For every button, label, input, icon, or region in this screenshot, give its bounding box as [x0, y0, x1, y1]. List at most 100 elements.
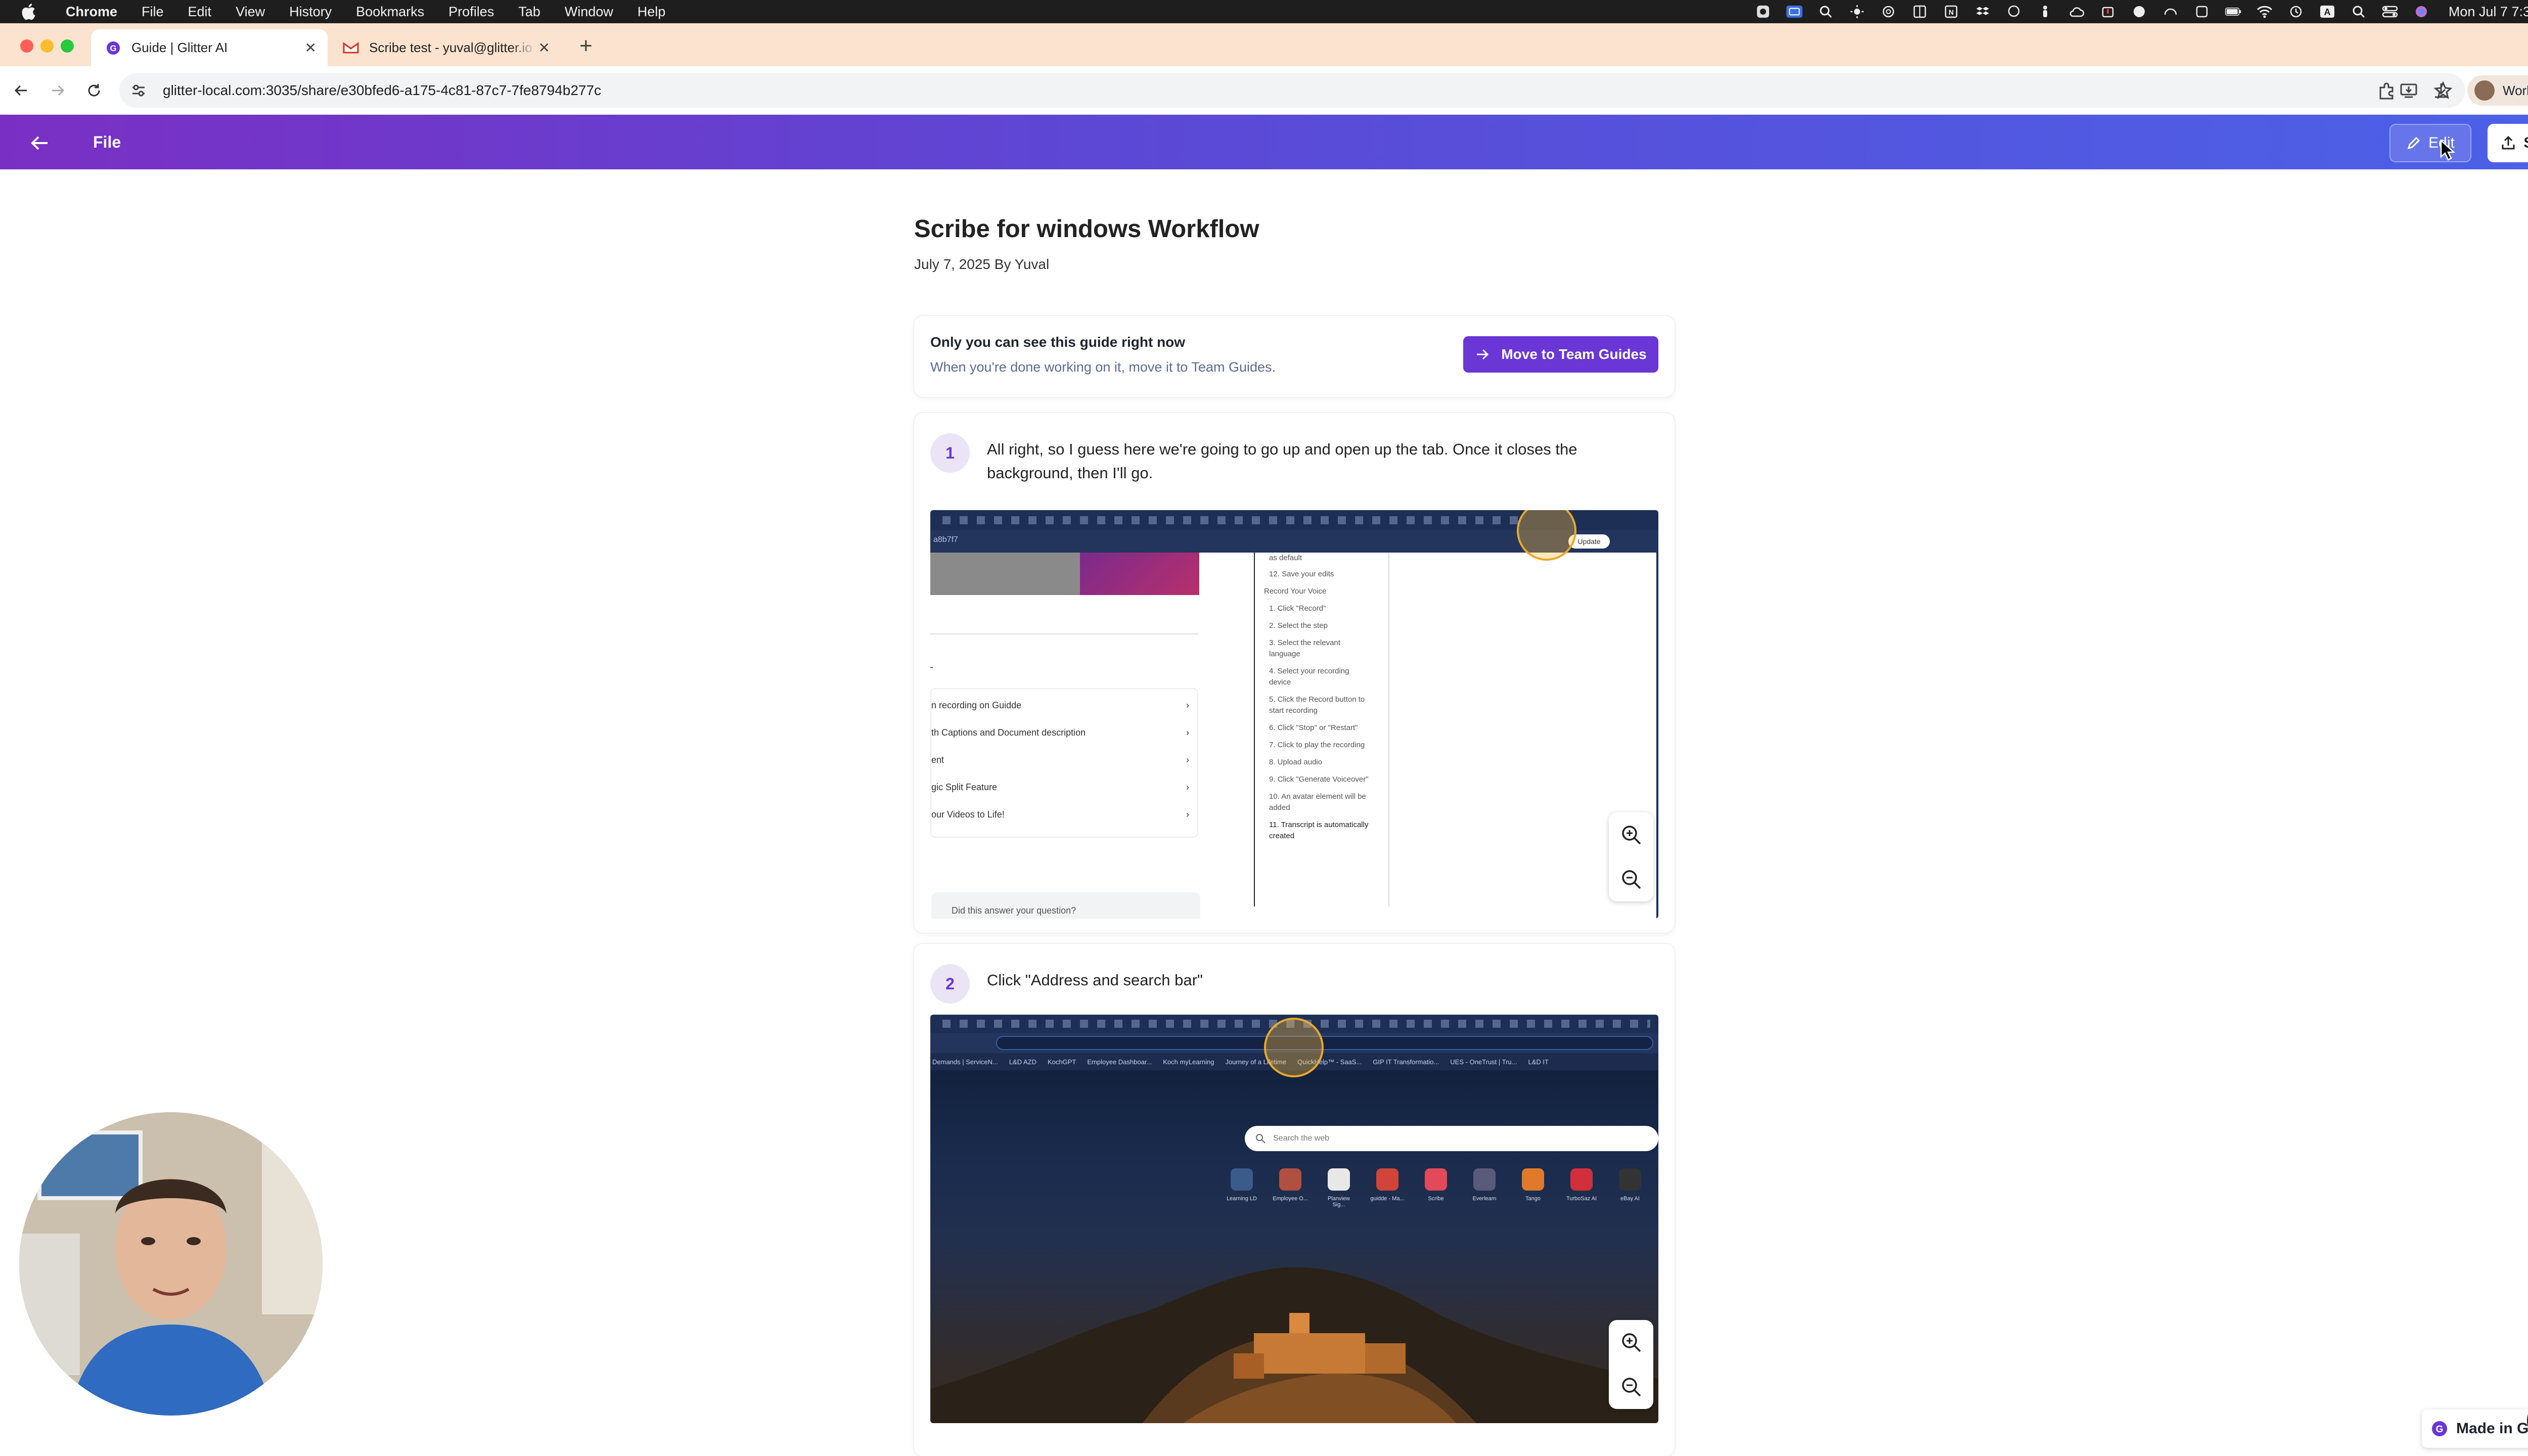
faq-item: n recording on Guidde › — [931, 700, 1189, 710]
move-to-team-guides-button[interactable]: Move to Team Guides — [1463, 336, 1658, 373]
guide-title: Scribe for windows Workflow — [914, 215, 1259, 243]
feedback-question: Did this answer your question? — [952, 905, 1076, 916]
move-button-label: Move to Team Guides — [1501, 346, 1647, 362]
made-in-glitter-badge[interactable]: G Made in Glitter — [2422, 1409, 2528, 1448]
tab-title: Guide | Glitter AI — [131, 40, 228, 55]
close-tab-icon[interactable]: ✕ — [305, 39, 317, 56]
close-window-button[interactable] — [20, 39, 33, 53]
faq-item: ent › — [931, 755, 1189, 765]
menu-history[interactable]: History — [277, 4, 344, 20]
menu-list: Chrome File Edit View History Bookmarks … — [54, 4, 678, 20]
step-text[interactable]: All right, so I guess here we're going t… — [987, 437, 1644, 485]
screenshot-left-letter: ـ — [930, 660, 933, 670]
menu-file[interactable]: File — [129, 4, 176, 20]
site-settings-icon[interactable] — [129, 81, 148, 100]
url-text[interactable]: glitter-local.com:3035/share/e30bfed6-a1… — [163, 82, 601, 99]
time-machine-icon[interactable] — [2288, 4, 2304, 20]
menu-help[interactable]: Help — [625, 4, 678, 20]
speedometer-icon[interactable] — [2162, 4, 2179, 20]
share-label: Share — [2523, 134, 2528, 152]
menu-bookmarks[interactable]: Bookmarks — [344, 4, 436, 20]
step-screenshot[interactable]: Demands | ServiceN... L&D AZD KochGPT Em… — [930, 1015, 1658, 1423]
screenshot-shortcuts: Learning LD Employee O... Planview Sig..… — [1224, 1168, 1658, 1208]
apple-icon[interactable] — [19, 2, 39, 22]
menu-view[interactable]: View — [223, 4, 277, 20]
notice-subtext: When you're done working on it, move it … — [930, 359, 1276, 375]
menubar-clock[interactable]: Mon Jul 7 7:32 PM — [2449, 4, 2528, 20]
avatar — [2474, 80, 2495, 101]
svg-text:N: N — [1949, 8, 1954, 16]
zoom-out-icon[interactable] — [1620, 868, 1642, 890]
zoom-controls — [1609, 1320, 1653, 1409]
status-area: N A Mon Jul 7 7:32 PM — [1755, 0, 2528, 23]
dropbox-icon[interactable] — [1974, 4, 1991, 20]
app-header: File Edit Share — [0, 115, 2528, 169]
guide-meta: July 7, 2025 By Yuval — [914, 256, 1050, 272]
menu-tab[interactable]: Tab — [506, 4, 553, 20]
brightness-icon[interactable] — [1849, 4, 1865, 20]
minimize-window-button[interactable] — [40, 39, 54, 53]
wifi-icon[interactable] — [2256, 4, 2273, 20]
zoom-controls — [1609, 812, 1653, 901]
notion-icon[interactable]: N — [1943, 4, 1959, 20]
browser-tab-strip: G Guide | Glitter AI ✕ Scribe test - yuv… — [0, 23, 2528, 66]
keyboard-input-icon[interactable]: A — [2319, 4, 2335, 20]
screen-share-icon[interactable] — [1786, 4, 1802, 20]
back-arrow-icon[interactable] — [28, 132, 51, 154]
openai-icon[interactable] — [1880, 4, 1897, 20]
maximize-window-button[interactable] — [61, 39, 74, 53]
screenshot-url: a8b7f7 — [933, 535, 958, 544]
menu-edit[interactable]: Edit — [176, 4, 224, 20]
record-icon[interactable] — [1755, 4, 1771, 20]
screenshot-faq-list: n recording on Guidde › th Captions and D… — [930, 688, 1198, 838]
step-screenshot[interactable]: a8b7f7 Update ـ n recording on Guidde › t… — [930, 510, 1658, 919]
battery-alert-icon[interactable] — [2100, 4, 2116, 20]
step-text[interactable]: Click "Address and search bar" — [987, 968, 1644, 992]
step-card: 1 All right, so I guess here we're going… — [914, 413, 1675, 933]
new-tab-button[interactable]: + — [579, 33, 593, 59]
menu-profiles[interactable]: Profiles — [436, 4, 506, 20]
search-menu-icon[interactable] — [1818, 4, 1834, 20]
messenger-icon[interactable] — [2006, 4, 2022, 20]
battery-icon[interactable] — [2225, 4, 2241, 20]
made-in-label: Made in Glitter — [2456, 1420, 2528, 1437]
square-icon[interactable] — [2194, 4, 2210, 20]
reload-button[interactable] — [83, 79, 105, 102]
address-bar[interactable]: glitter-local.com:3035/share/e30bfed6-a1… — [119, 73, 2465, 108]
screenshot-left-panel: ـ n recording on Guidde › th Captions and… — [930, 553, 1200, 919]
zoom-out-icon[interactable] — [1620, 1376, 1642, 1398]
edit-button[interactable]: Edit — [2389, 124, 2471, 162]
presenter-video-image — [19, 1112, 323, 1416]
tab-title: Scribe test - yuval@glitter.io — [369, 40, 532, 55]
figure-icon[interactable] — [2037, 4, 2053, 20]
back-button[interactable] — [10, 79, 32, 102]
siri-icon[interactable] — [2413, 4, 2429, 20]
upload-share-icon — [2502, 135, 2515, 150]
zoom-in-icon[interactable] — [1620, 1331, 1642, 1353]
file-menu[interactable]: File — [93, 133, 121, 152]
menu-app-chrome[interactable]: Chrome — [54, 4, 129, 20]
zoom-in-icon[interactable] — [1620, 824, 1642, 846]
install-app-icon[interactable] — [2399, 80, 2419, 101]
arrow-right-icon — [1477, 349, 1489, 360]
pencil-icon — [2407, 136, 2420, 150]
tab-guide-glitter[interactable]: G Guide | Glitter AI ✕ — [91, 29, 328, 66]
svg-text:A: A — [2324, 7, 2330, 17]
webcam-video-bubble[interactable] — [19, 1112, 323, 1416]
forward-button[interactable] — [47, 79, 69, 102]
grid-app-icon[interactable] — [1912, 4, 1928, 20]
spotlight-icon[interactable] — [2351, 4, 2367, 20]
extensions-icon[interactable] — [2376, 80, 2397, 101]
circle-icon[interactable] — [2131, 4, 2147, 20]
menu-window[interactable]: Window — [553, 4, 625, 20]
cloud-icon[interactable] — [2068, 4, 2085, 20]
glitter-favicon-icon: G — [105, 40, 121, 56]
close-tab-icon[interactable]: ✕ — [538, 39, 550, 56]
downloads-icon[interactable] — [2431, 80, 2451, 101]
screenshot-search-box: Search the web — [1245, 1126, 1658, 1151]
control-center-icon[interactable] — [2382, 4, 2398, 20]
profile-button[interactable]: Work — [2467, 75, 2528, 106]
macos-menu-bar: Chrome File Edit View History Bookmarks … — [0, 0, 2528, 23]
share-button[interactable]: Share — [2488, 124, 2528, 162]
tab-gmail-scribe[interactable]: Scribe test - yuval@glitter.io ✕ — [329, 29, 561, 66]
